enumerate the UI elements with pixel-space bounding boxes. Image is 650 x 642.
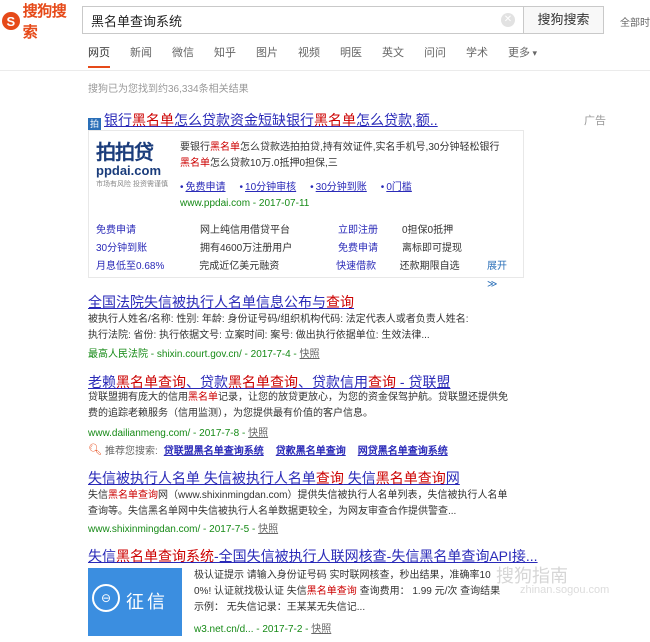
result-title-4[interactable]: 失信黑名单查询系统-全国失信被执行人联网核查-失信黑名单查询API接... — [88, 546, 538, 566]
ad-url: www.ppdai.com - 2017-07-11 — [180, 198, 310, 209]
search-icon: 🔍︎ — [88, 444, 102, 456]
ad-link-30min-arrive[interactable]: 30分钟到账 — [310, 178, 367, 193]
tabs-divider — [0, 70, 650, 71]
ad-link-10min-review[interactable]: 10分钟审核 — [240, 178, 296, 193]
ad-description: 要银行黑名单怎么贷款选拍拍贷,持有效证件,实名手机号,30分钟轻松银行 黑名单怎么… — [180, 142, 500, 169]
tab-news[interactable]: 新闻 — [130, 44, 152, 68]
result-snippet-4: 极认证提示 请输入身份证号码 实时联网核查，秒出结果，准确率10 0%! 认证就找… — [194, 570, 501, 613]
result-snippet-1: 被执行人姓名/名称: 性别: 年龄: 身份证号码/组织机构代码: 法定代表人或者… — [88, 314, 469, 341]
recommend-searches: 🔍︎ 推荐您搜索: 贷联盟黑名单查询系统 贷款黑名单查询 网贷黑名单查询系统 — [88, 442, 448, 457]
result-url-4: w3.net.cn/d... - 2017-7-2 - 快照 — [194, 624, 332, 635]
ad-link-free-apply[interactable]: 免费申请 — [180, 178, 226, 193]
vertical-tabs: 网页 新闻 微信 知乎 图片 视频 明医 英文 问问 学术 更多 — [88, 44, 557, 68]
cache-link[interactable]: 快照 — [300, 349, 320, 360]
all-time-filter[interactable]: 全部时 — [620, 14, 650, 29]
sogou-s-icon: S — [2, 12, 20, 30]
tab-web[interactable]: 网页 — [88, 44, 110, 68]
tab-video[interactable]: 视频 — [298, 44, 320, 68]
ad-link-zero-threshold[interactable]: 0门槛 — [381, 178, 412, 193]
result-count: 搜狗已为您找到约36,334条相关结果 — [88, 84, 249, 95]
recommend-link[interactable]: 贷款黑名单查询 — [276, 442, 346, 457]
cache-link[interactable]: 快照 — [258, 524, 278, 535]
tab-academic[interactable]: 学术 — [466, 44, 488, 68]
search-button[interactable]: 搜狗搜索 — [524, 6, 604, 34]
result-url-3: www.shixinmingdan.com/ - 2017-7-5 - 快照 — [88, 524, 279, 535]
tab-wechat[interactable]: 微信 — [172, 44, 194, 68]
ad-grid-row: 30分钟到账 拥有4600万注册用户 免费申请 离标即可提现 — [96, 243, 462, 254]
result-title-1[interactable]: 全国法院失信被执行人名单信息公布与查询 — [88, 292, 354, 312]
result-title-3[interactable]: 失信被执行人名单 失信被执行人名单查询 失信黑名单查询网 — [88, 468, 460, 488]
tab-wenwen[interactable]: 问问 — [424, 44, 446, 68]
tab-zhihu[interactable]: 知乎 — [214, 44, 236, 68]
result-url-1: 最高人民法院 - shixin.court.gov.cn/ - 2017-7-4… — [88, 349, 320, 360]
id-card-icon: ⊖ — [92, 584, 120, 612]
result-snippet-3: 失信黑名单查询网（www.shixinmingdan.com）提供失信被执行人名… — [88, 490, 508, 517]
ad-grid-row: 免费申请 网上纯信用借贷平台 立即注册 0担保0抵押 — [96, 225, 454, 236]
expand-button[interactable]: 展开 ≫ — [487, 258, 520, 290]
ad-grid: 免费申请 网上纯信用借贷平台 立即注册 0担保0抵押 30分钟到账 拥有4600… — [96, 222, 520, 290]
result-url-2: www.dailianmeng.com/ - 2017-7-8 - 快照 — [88, 428, 269, 439]
ppdai-logo[interactable]: 拍拍贷 ppdai.com 市场有风险 投资需谨慎 — [96, 142, 170, 204]
recommend-link[interactable]: 网贷黑名单查询系统 — [358, 442, 448, 457]
result-snippet-2: 贷联盟拥有庞大的信用黑名单记录，让您的放贷更放心，为您的资金保驾护航。贷联盟还提… — [88, 392, 508, 419]
cache-link[interactable]: 快照 — [248, 428, 268, 439]
tab-english[interactable]: 英文 — [382, 44, 404, 68]
ad-title-link[interactable]: 拍银行黑名单怎么贷款资金短缺银行黑名单怎么贷款,额.. — [88, 110, 438, 131]
sogou-logo[interactable]: S 搜狗搜索 — [0, 3, 80, 41]
logo-text: 搜狗搜索 — [22, 3, 67, 41]
zhengxin-thumbnail[interactable]: ⊖ 征信 — [88, 568, 182, 636]
ad-tag: 广告 — [584, 115, 606, 127]
ad-sitelinks: 免费申请 10分钟审核 30分钟到账 0门槛 — [180, 178, 426, 193]
tab-more[interactable]: 更多 — [508, 44, 537, 68]
search-box[interactable]: ✕ — [82, 6, 524, 34]
tab-images[interactable]: 图片 — [256, 44, 278, 68]
search-input[interactable] — [83, 7, 499, 33]
ad-grid-row: 月息低至0.68% 完成近亿美元融资 快速借款 还款期限自选 展开 ≫ — [96, 258, 520, 290]
tab-medical[interactable]: 明医 — [340, 44, 362, 68]
clear-icon[interactable]: ✕ — [501, 13, 515, 27]
recommend-link[interactable]: 贷联盟黑名单查询系统 — [164, 442, 264, 457]
watermark-url: zhinan.sogou.com — [520, 584, 610, 596]
cache-link[interactable]: 快照 — [311, 624, 331, 635]
result-title-2[interactable]: 老赖黑名单查询、贷款黑名单查询、贷款信用查询 - 贷联盟 — [88, 372, 450, 392]
